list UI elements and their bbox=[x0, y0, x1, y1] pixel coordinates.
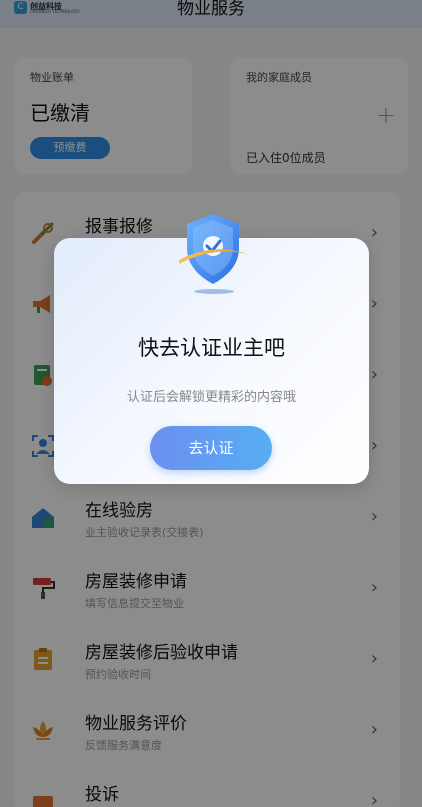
shield-check-icon bbox=[179, 214, 247, 284]
dialog-description: 认证后会解锁更精彩的内容哦 bbox=[126, 390, 296, 405]
owner-verification-dialog: 快去认证业主吧 认证后会解锁更精彩的内容哦 去认证 bbox=[54, 214, 369, 484]
go-verify-button[interactable]: 去认证 bbox=[150, 426, 272, 470]
dialog-title: 快去认证业主吧 bbox=[138, 336, 285, 360]
shield-shadow bbox=[194, 289, 234, 294]
